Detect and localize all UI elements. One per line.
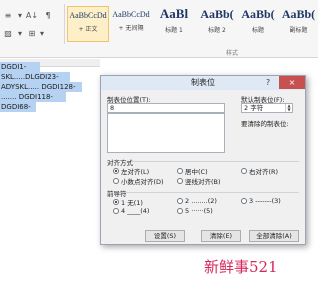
clear-button[interactable]: 清除(E)	[201, 230, 241, 242]
radio-icon[interactable]	[177, 198, 183, 204]
style-preview: AaBl	[159, 6, 189, 21]
doc-line[interactable]: ADYSKL..... DGDI128-	[0, 82, 82, 92]
option-label: 右对齐(R)	[249, 168, 279, 176]
leader-4-radio[interactable]: 4 ____(4)	[113, 207, 149, 215]
style-preview: AaBb(	[241, 7, 275, 21]
spin-arrows-icon[interactable]: ▲ ▼	[285, 104, 292, 112]
style-heading-1[interactable]: AaBl 标题 1	[153, 6, 195, 42]
sort-icon[interactable]: A↓	[26, 10, 38, 21]
option-label: 5 ······(5)	[185, 207, 213, 215]
chevron-down-icon[interactable]: ▾	[16, 28, 24, 39]
style-name: + 正文	[78, 26, 98, 33]
styles-gallery: AaBbCcDd + 正文 AaBbCcDd + 无间隔 AaBl 标题 1 A…	[64, 4, 318, 44]
radio-icon[interactable]	[113, 208, 119, 214]
divider	[131, 161, 299, 162]
radio-icon[interactable]	[113, 168, 119, 174]
option-label: 4 ____(4)	[121, 207, 150, 215]
style-name: 标题 2	[208, 27, 226, 34]
leader-1-radio[interactable]: 1 无(1)	[113, 197, 143, 207]
align-left-radio[interactable]: 左对齐(L)	[113, 166, 149, 176]
style-name: 标题 1	[165, 27, 183, 34]
watermark-text: 新鲜事521	[204, 258, 278, 276]
doc-line[interactable]: DGDI68-	[0, 102, 36, 112]
style-preview: AaBb(	[200, 7, 234, 21]
style-preview: AaBb(	[281, 7, 316, 21]
style-heading-2[interactable]: AaBb( 标题 2	[196, 6, 238, 42]
doc-line[interactable]: ....... DGDI118-	[0, 92, 66, 102]
style-title[interactable]: AaBb( 标题	[237, 6, 279, 42]
multilevel-list-icon[interactable]: ≡	[2, 10, 14, 21]
option-label: 居中(C)	[185, 168, 208, 176]
align-bar-radio[interactable]: 竖线对齐(B)	[177, 176, 221, 186]
style-name: 标题	[251, 27, 264, 34]
close-button[interactable]: ×	[279, 76, 305, 89]
radio-icon[interactable]	[113, 178, 119, 184]
default-tab-stepper[interactable]: 2 字符 ▲ ▼	[241, 103, 293, 113]
radio-icon[interactable]	[177, 168, 183, 174]
align-right-radio[interactable]: 右对齐(R)	[241, 166, 278, 176]
shading-icon[interactable]: ▨	[2, 28, 14, 39]
align-center-radio[interactable]: 居中(C)	[177, 166, 208, 176]
style-subtitle[interactable]: AaBb( 副标题	[278, 6, 319, 42]
option-label: 小数点对齐(D)	[121, 178, 164, 186]
default-tab-value: 2 字符	[244, 104, 264, 112]
styles-group-label: 样式	[226, 50, 239, 57]
chevron-down-icon[interactable]: ▾	[16, 10, 24, 21]
radio-icon[interactable]	[177, 178, 183, 184]
doc-line[interactable]: SKL.....DLGDI23-	[0, 72, 70, 82]
option-label: 3 -------(3)	[249, 197, 281, 205]
clear-all-button[interactable]: 全部清除(A)	[249, 230, 299, 242]
ribbon: ≡ ▾ A↓ ¶ ▨ ▾ ⊞ ▾ AaBbCcDd + 正文 AaBbCcDd …	[0, 0, 318, 58]
radio-icon[interactable]	[177, 208, 183, 214]
style-normal[interactable]: AaBbCcDd + 正文	[67, 6, 109, 42]
option-label: 左对齐(L)	[121, 168, 150, 176]
option-label: 1 无(1)	[121, 199, 143, 207]
tab-position-list[interactable]	[107, 113, 225, 153]
border-icon[interactable]: ⊞	[26, 28, 38, 39]
tab-position-input[interactable]: 8	[107, 103, 225, 113]
set-button[interactable]: 设置(S)	[145, 230, 185, 242]
style-no-spacing[interactable]: AaBbCcDd + 无间隔	[110, 6, 152, 42]
style-name: 副标题	[289, 27, 308, 34]
option-label: 2 ........(2)	[185, 197, 217, 205]
radio-icon[interactable]	[241, 168, 247, 174]
paragraph-group: ≡ ▾ A↓ ¶ ▨ ▾ ⊞ ▾	[0, 0, 62, 58]
leader-5-radio[interactable]: 5 ······(5)	[177, 207, 213, 215]
leader-3-radio[interactable]: 3 -------(3)	[241, 197, 281, 205]
option-label: 竖线对齐(B)	[185, 178, 221, 186]
style-preview: AaBbCcDd	[69, 11, 107, 20]
radio-icon[interactable]	[113, 199, 119, 205]
show-marks-icon[interactable]: ¶	[42, 10, 54, 21]
tabs-dialog: 制表位 ? × 制表位位置(T): 8 默认制表位(F): 2 字符 ▲ ▼ 要清…	[100, 75, 306, 245]
radio-icon[interactable]	[241, 198, 247, 204]
leader-2-radio[interactable]: 2 ........(2)	[177, 197, 217, 205]
align-decimal-radio[interactable]: 小数点对齐(D)	[113, 176, 164, 186]
divider	[125, 192, 299, 193]
help-icon[interactable]: ?	[259, 77, 277, 89]
clear-tabs-label: 要清除的制表位:	[241, 120, 289, 128]
style-name: + 无间隔	[118, 25, 144, 32]
style-preview: AaBbCcDd	[112, 10, 150, 19]
doc-line[interactable]: DGDI1-	[0, 62, 40, 72]
chevron-down-icon[interactable]: ▾	[38, 28, 46, 39]
